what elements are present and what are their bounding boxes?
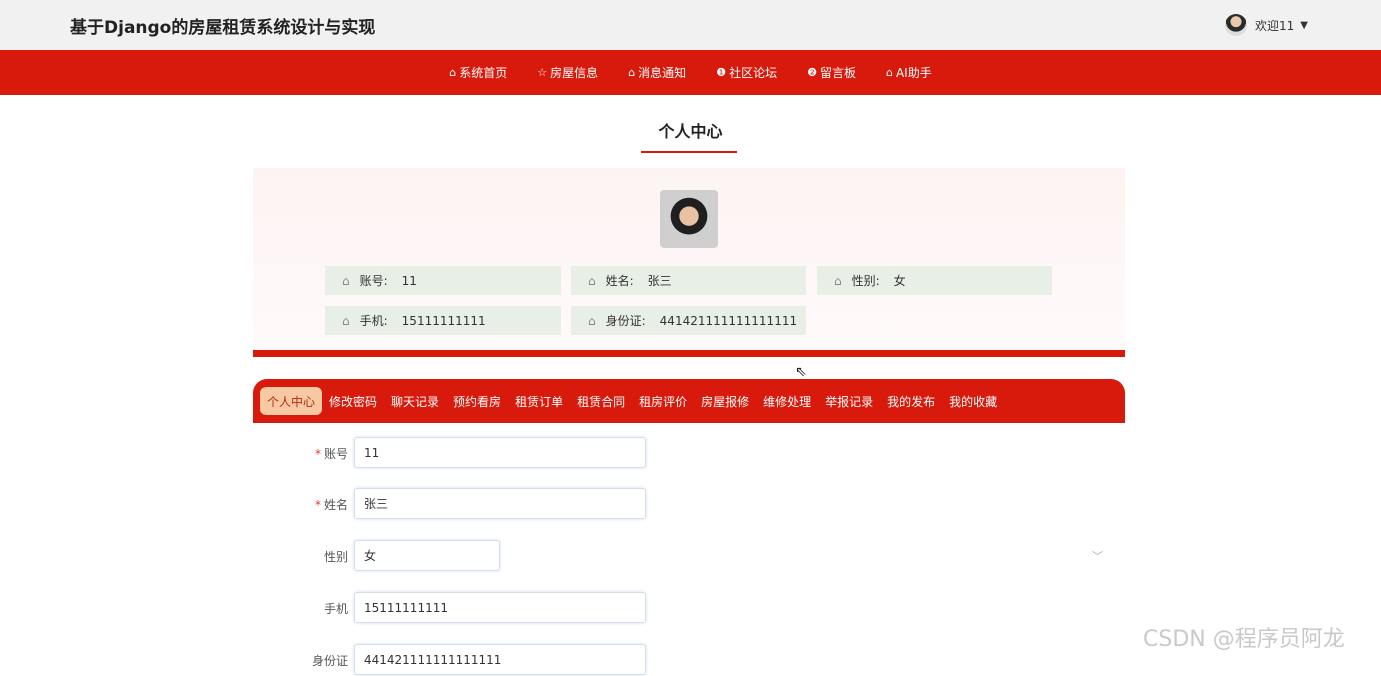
tab-repair-request[interactable]: 房屋报修 xyxy=(694,387,756,415)
nav-item-forum[interactable]: ❶ 社区论坛 xyxy=(716,64,777,81)
home-icon: ⌂ xyxy=(588,313,596,328)
nav-item-ai-assistant[interactable]: ⌂ AI助手 xyxy=(886,64,932,81)
home-icon: ⌂ xyxy=(342,313,350,328)
info-label: 性别: xyxy=(851,274,880,288)
info-idcard: ⌂ 身份证: 441421111111111111 xyxy=(571,306,806,335)
info-value: 张三 xyxy=(647,274,672,288)
phone-label: 手机 xyxy=(323,602,348,616)
home-icon: ⌂ xyxy=(885,66,893,79)
nav-item-home[interactable]: ⌂ 系统首页 xyxy=(449,64,507,81)
user-center-tabs: 个人中心 修改密码 聊天记录 预约看房 租赁订单 租赁合同 租房评价 房屋报修 … xyxy=(253,379,1125,423)
watermark: CSDN @程序员阿龙 xyxy=(1143,627,1345,652)
tab-my-favorites[interactable]: 我的收藏 xyxy=(942,387,1004,415)
page-title: 个人中心 xyxy=(658,122,723,141)
info-icon: ❶ xyxy=(716,66,727,79)
tab-rental-reviews[interactable]: 租房评价 xyxy=(632,387,694,415)
star-icon: ☆ xyxy=(537,66,548,79)
caret-down-icon: ▼ xyxy=(1300,19,1308,31)
phone-input[interactable] xyxy=(354,592,646,623)
form-row-gender: 性别 ﹀ xyxy=(253,540,1125,572)
info-value: 15111111111 xyxy=(401,313,486,328)
info-value: 441421111111111111 xyxy=(659,313,798,328)
nav-item-label: 社区论坛 xyxy=(729,66,778,80)
info-label: 账号: xyxy=(359,274,388,288)
info-phone: ⌂ 手机: 15111111111 xyxy=(325,306,561,335)
title-underline xyxy=(641,151,737,153)
info-account: ⌂ 账号: 11 xyxy=(325,266,561,295)
info-gender: ⌂ 性别: 女 xyxy=(817,266,1052,295)
question-icon: ❷ xyxy=(807,66,817,79)
nav-item-house-info[interactable]: ☆ 房屋信息 xyxy=(537,64,598,81)
tab-rental-orders[interactable]: 租赁订单 xyxy=(508,387,570,415)
main-nav: ⌂ 系统首页 ☆ 房屋信息 ⌂ 消息通知 ❶ 社区论坛 ❷ 留言板 ⌂ AI助手 xyxy=(0,50,1381,95)
form-row-idcard: 身份证 xyxy=(253,644,1125,676)
nav-item-label: 留言板 xyxy=(819,66,856,80)
gender-label: 性别 xyxy=(323,550,348,564)
profile-card: ⌂ 账号: 11 ⌂ 姓名: 张三 ⌂ 性别: 女 ⌂ 手机: 15111111… xyxy=(253,168,1125,350)
label-text: 账号 xyxy=(323,447,348,461)
required-mark: * xyxy=(314,447,321,461)
idcard-label: 身份证 xyxy=(311,654,348,668)
tab-profile[interactable]: 个人中心 xyxy=(260,387,323,415)
label-text: 姓名 xyxy=(323,498,348,512)
tab-chat-history[interactable]: 聊天记录 xyxy=(384,387,446,415)
nav-item-notifications[interactable]: ⌂ 消息通知 xyxy=(628,64,686,81)
top-header: 基于Django的房屋租赁系统设计与实现 欢迎11 ▼ xyxy=(0,0,1381,50)
nav-item-label: 房屋信息 xyxy=(550,66,599,80)
form-row-account: * 账号 xyxy=(253,437,1125,469)
tab-repair-handling[interactable]: 维修处理 xyxy=(756,387,818,415)
user-avatar xyxy=(1225,14,1247,36)
form-row-name: * 姓名 xyxy=(253,488,1125,520)
section-divider xyxy=(253,350,1125,357)
info-label: 姓名: xyxy=(605,274,634,288)
bag-icon: ⌂ xyxy=(628,66,636,79)
tab-my-posts[interactable]: 我的发布 xyxy=(880,387,942,415)
gender-select[interactable] xyxy=(354,540,500,571)
tab-report-records[interactable]: 举报记录 xyxy=(818,387,880,415)
info-value: 女 xyxy=(893,274,906,288)
info-value: 11 xyxy=(401,273,417,288)
nav-item-label: 系统首页 xyxy=(459,66,508,80)
home-icon: ⌂ xyxy=(449,66,457,79)
site-title: 基于Django的房屋租赁系统设计与实现 xyxy=(70,18,376,38)
form-row-phone: 手机 xyxy=(253,592,1125,624)
mouse-cursor-icon: ⇖ xyxy=(795,364,807,380)
account-input[interactable] xyxy=(354,437,646,468)
required-mark: * xyxy=(314,498,321,512)
nav-item-label: AI助手 xyxy=(895,66,932,80)
tab-viewing-appointment[interactable]: 预约看房 xyxy=(446,387,508,415)
user-menu[interactable]: 欢迎11 ▼ xyxy=(1225,12,1308,38)
tab-rental-contract[interactable]: 租赁合同 xyxy=(570,387,632,415)
home-icon: ⌂ xyxy=(588,273,596,288)
info-label: 手机: xyxy=(359,314,388,328)
info-name: ⌂ 姓名: 张三 xyxy=(571,266,806,295)
name-label: * 姓名 xyxy=(315,496,348,513)
home-icon: ⌂ xyxy=(834,273,842,288)
profile-photo xyxy=(660,190,718,248)
home-icon: ⌂ xyxy=(342,273,350,288)
name-input[interactable] xyxy=(354,488,646,519)
chevron-down-icon[interactable]: ﹀ xyxy=(1092,548,1103,564)
account-label: * 账号 xyxy=(315,445,348,462)
welcome-text: 欢迎11 xyxy=(1255,18,1295,33)
nav-item-label: 消息通知 xyxy=(638,66,687,80)
info-label: 身份证: xyxy=(605,314,646,328)
nav-item-message-board[interactable]: ❷ 留言板 xyxy=(807,64,856,81)
tab-change-password[interactable]: 修改密码 xyxy=(322,387,384,415)
